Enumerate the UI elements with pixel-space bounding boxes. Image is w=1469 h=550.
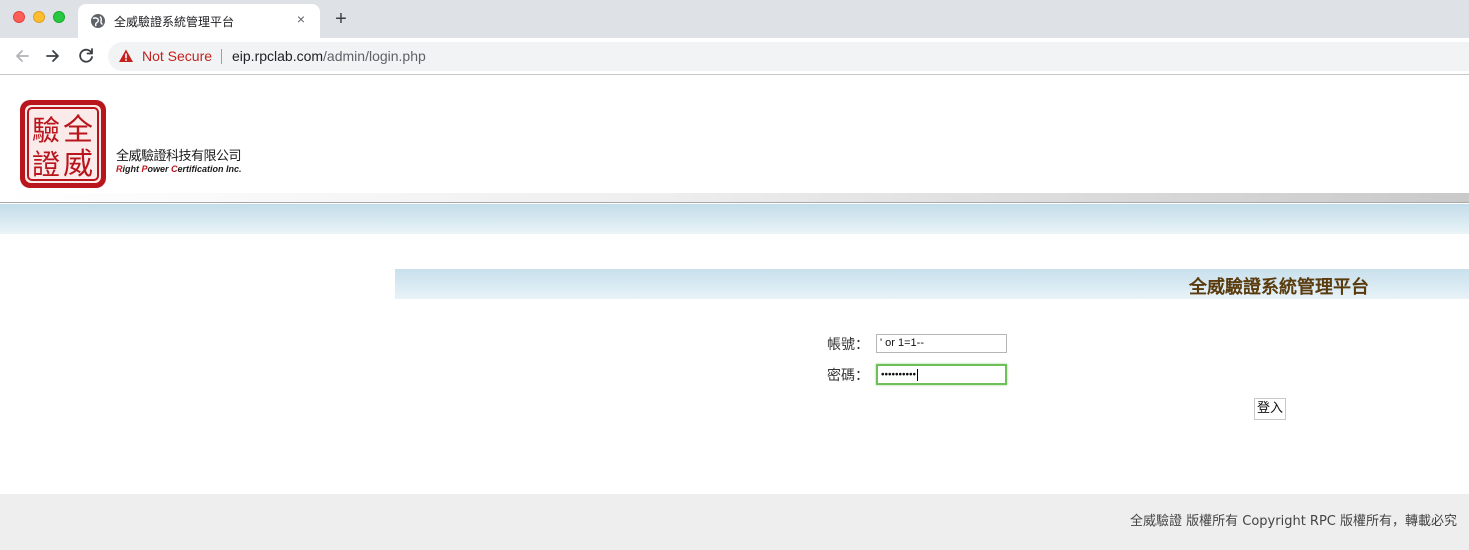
seal-char: 威	[63, 147, 93, 182]
browser-tab[interactable]: 全威驗證系統管理平台 ×	[78, 4, 320, 38]
close-icon[interactable]: ×	[292, 10, 310, 28]
word-part: ower	[147, 164, 172, 174]
warning-icon[interactable]	[118, 48, 134, 64]
reload-icon[interactable]	[75, 45, 97, 67]
minimize-window-button[interactable]	[33, 11, 45, 23]
text-caret	[917, 369, 919, 381]
back-arrow-icon[interactable]	[11, 45, 33, 67]
company-name-chinese: 全威驗證科技有限公司	[116, 149, 242, 164]
account-input[interactable]: ' or 1=1--	[876, 334, 1007, 353]
close-window-button[interactable]	[13, 11, 25, 23]
seal-char: 證	[32, 148, 60, 181]
browser-tab-bar: 全威驗證系統管理平台 × +	[0, 0, 1469, 38]
header-blue-band	[0, 204, 1469, 234]
seal-char: 全	[63, 113, 93, 148]
site-header: 全 驗 威 證 全威驗證科技有限公司 Right Power Certifica…	[0, 76, 1469, 193]
account-label: 帳號：	[827, 337, 869, 353]
page-title: 全威驗證系統管理平台	[1189, 277, 1369, 298]
not-secure-label[interactable]: Not Secure	[142, 48, 212, 64]
url-path: /admin/login.php	[323, 48, 426, 64]
company-seal-logo: 全 驗 威 證	[20, 100, 106, 188]
zoom-window-button[interactable]	[53, 11, 65, 23]
seal-char: 驗	[32, 114, 60, 147]
company-name-english: Right Power Certification Inc.	[116, 164, 242, 174]
login-title-bar: 全威驗證系統管理平台	[395, 269, 1469, 299]
login-button[interactable]: 登入	[1254, 398, 1286, 420]
password-input[interactable]: ••••••••••	[876, 364, 1007, 385]
copyright-text: 全威驗證 版權所有 Copyright RPC 版權所有，轉載必究	[1130, 514, 1457, 529]
password-label: 密碼：	[827, 368, 869, 384]
forward-arrow-icon[interactable]	[42, 45, 64, 67]
browser-toolbar: Not Secure eip.rpclab.com/admin/login.ph…	[0, 38, 1469, 75]
url-text[interactable]: eip.rpclab.com/admin/login.php	[232, 48, 426, 64]
tab-title: 全威驗證系統管理平台	[114, 15, 235, 29]
site-footer: 全威驗證 版權所有 Copyright RPC 版權所有，轉載必究	[0, 494, 1469, 550]
word-part: ertification Inc.	[177, 164, 242, 174]
globe-icon	[91, 14, 105, 28]
password-mask: ••••••••••	[881, 369, 917, 381]
header-divider	[0, 193, 1469, 203]
url-host: eip.rpclab.com	[232, 48, 324, 64]
word-part: ight	[122, 164, 142, 174]
address-bar[interactable]: Not Secure eip.rpclab.com/admin/login.ph…	[108, 42, 1469, 71]
address-separator	[221, 49, 222, 64]
login-page: 全 驗 威 證 全威驗證科技有限公司 Right Power Certifica…	[0, 76, 1469, 550]
plus-icon[interactable]: +	[330, 8, 352, 30]
